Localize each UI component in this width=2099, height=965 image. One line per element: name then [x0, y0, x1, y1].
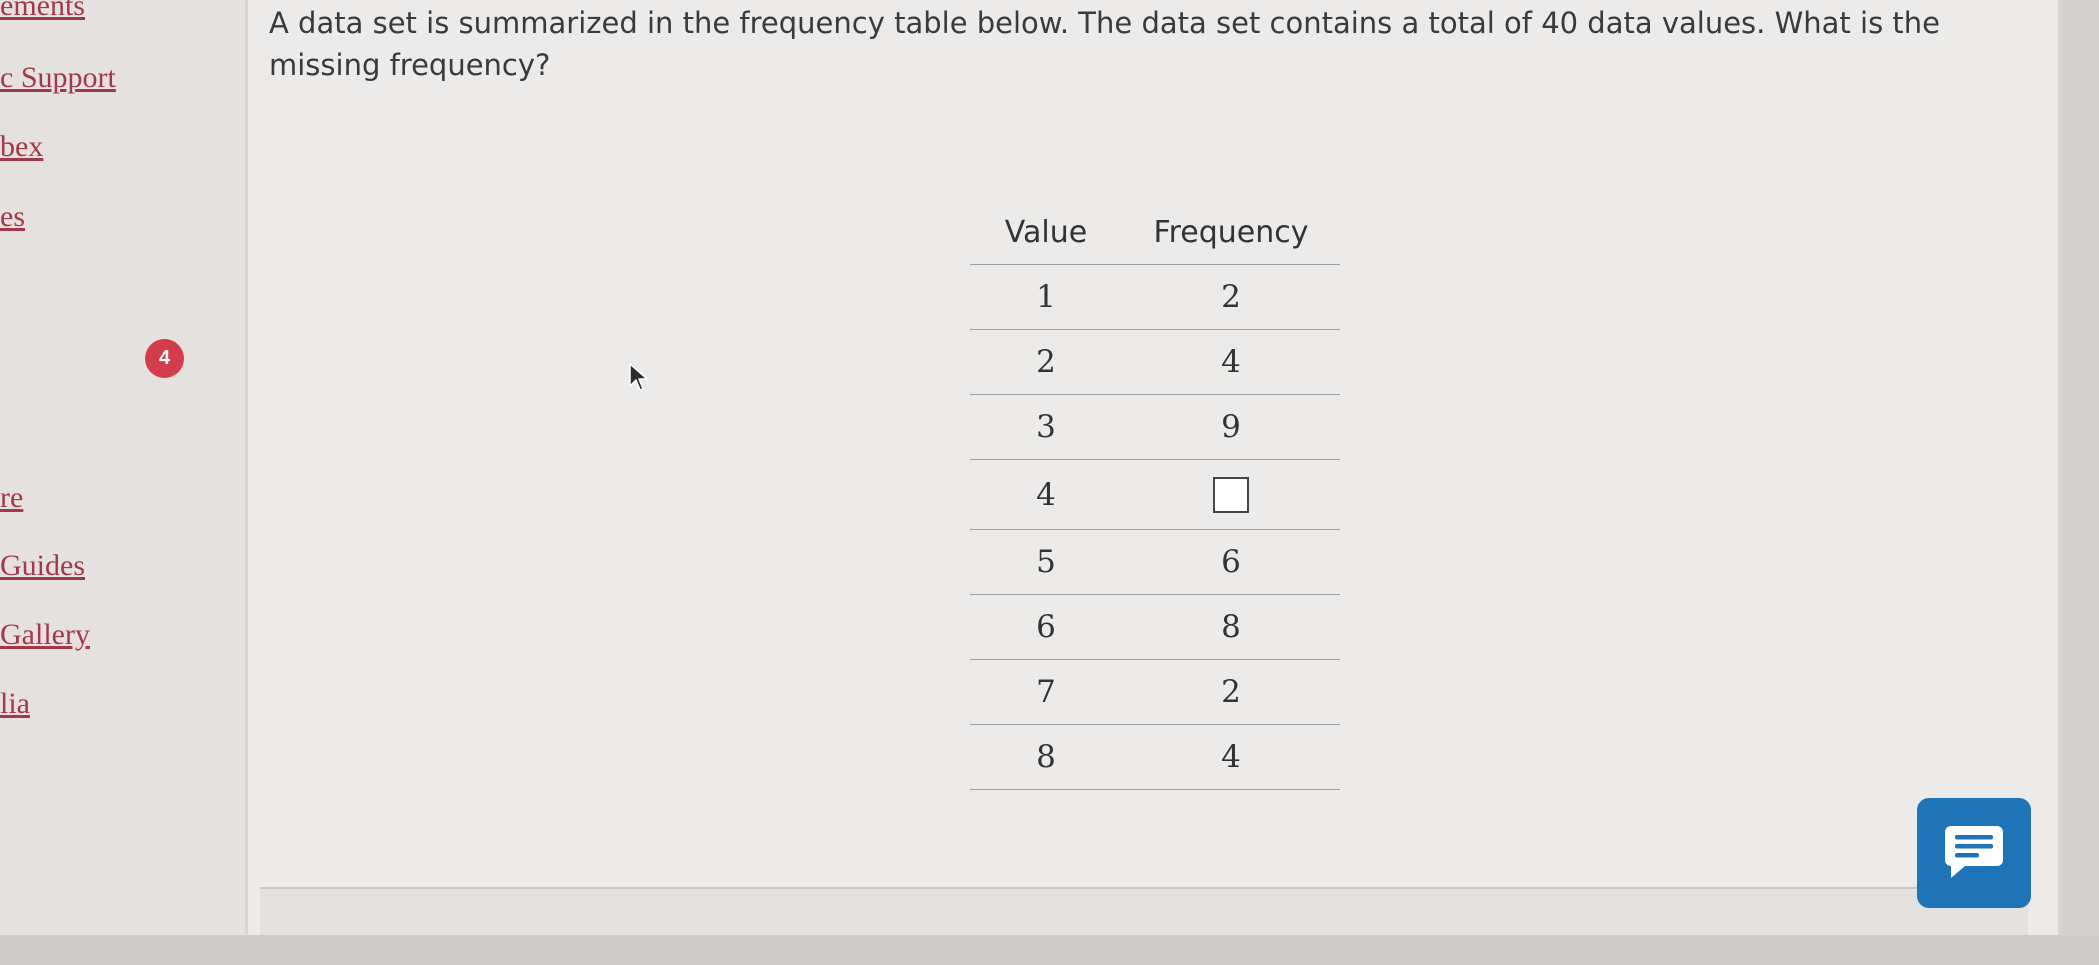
sidebar: ements c Support bex es 4 re Guides Gall…	[0, 0, 245, 965]
table-row: 6 8	[970, 595, 1340, 660]
window-edge	[2062, 0, 2099, 965]
sidebar-link-bex[interactable]: bex	[0, 130, 43, 164]
sidebar-link-guides[interactable]: Guides	[0, 549, 85, 583]
cell-frequency: 4	[1221, 344, 1241, 380]
table-row: 3 9	[970, 395, 1340, 460]
table-row: 7 2	[970, 660, 1340, 725]
mouse-pointer-icon	[628, 362, 650, 397]
cell-value: 5	[1036, 544, 1056, 580]
cell-value: 7	[1036, 674, 1056, 710]
cell-value: 2	[1036, 344, 1056, 380]
table-row: 2 4	[970, 330, 1340, 395]
cell-frequency: 8	[1221, 609, 1241, 645]
cell-value: 1	[1036, 279, 1056, 315]
chat-icon	[1943, 822, 2005, 885]
question-text: A data set is summarized in the frequenc…	[269, 6, 1940, 82]
sidebar-link-more[interactable]: re	[0, 481, 23, 515]
cell-value: 3	[1036, 409, 1056, 445]
cell-frequency-missing	[1122, 476, 1340, 514]
cell-frequency: 6	[1221, 544, 1241, 580]
header-value: Value	[1004, 214, 1088, 250]
cell-frequency: 9	[1221, 409, 1241, 445]
sidebar-link-requirements[interactable]: ements	[0, 0, 85, 23]
missing-frequency-input[interactable]	[1213, 477, 1249, 514]
cell-value: 6	[1036, 609, 1056, 645]
notification-badge[interactable]: 4	[145, 339, 184, 378]
header-frequency: Frequency	[1153, 214, 1309, 250]
table-header-row: Value Frequency	[970, 200, 1340, 265]
sidebar-link-media[interactable]: lia	[0, 687, 30, 721]
cell-frequency: 2	[1221, 674, 1241, 710]
sidebar-link-gallery[interactable]: Gallery	[0, 618, 90, 652]
sidebar-link-support[interactable]: c Support	[0, 61, 116, 95]
table-row: 4	[970, 460, 1340, 530]
cell-value: 4	[1036, 476, 1056, 513]
cell-frequency: 2	[1221, 279, 1241, 315]
table-row: 1 2	[970, 265, 1340, 330]
sidebar-link-es[interactable]: es	[0, 200, 25, 234]
panel-footer	[260, 889, 2028, 935]
table-row: 5 6	[970, 530, 1340, 595]
table-row: 8 4	[970, 725, 1340, 790]
cell-frequency: 4	[1221, 739, 1241, 775]
bottom-strip	[0, 935, 2099, 965]
frequency-table: Value Frequency 1 2 2 4 3 9 4 5 6 6 8 7 …	[970, 200, 1340, 790]
cell-value: 8	[1036, 739, 1056, 775]
chat-button[interactable]	[1917, 798, 2031, 908]
